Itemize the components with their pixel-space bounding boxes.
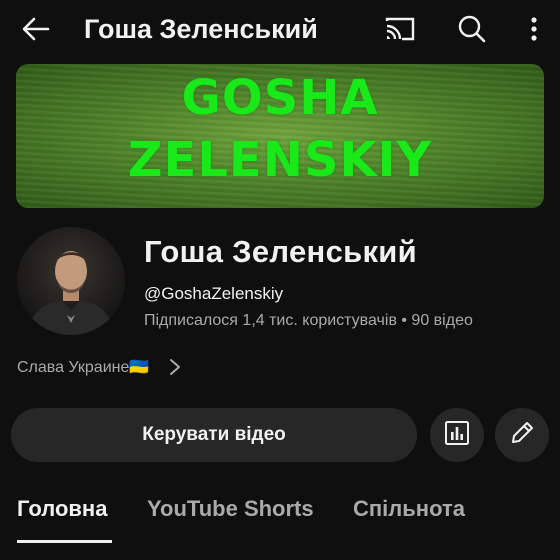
channel-banner: GOSHA ZELENSKIY [16, 64, 544, 208]
tab-community[interactable]: Спільнота [353, 496, 465, 522]
pencil-icon [509, 420, 535, 451]
channel-description[interactable]: Слава Украине🇺🇦 [17, 356, 181, 378]
edit-channel-button[interactable] [495, 408, 549, 462]
active-tab-indicator [17, 540, 112, 543]
channel-stats: Підписалося 1,4 тис. користувачів • 90 в… [144, 312, 473, 329]
banner-text-line2: ZELENSKIY [127, 132, 433, 188]
channel-tabs: Головна YouTube Shorts Спільнота [0, 490, 560, 560]
banner-text-line1: GOSHA [181, 70, 379, 126]
tab-home[interactable]: Головна [17, 496, 107, 522]
more-vert-icon[interactable] [516, 10, 552, 48]
cast-icon[interactable] [378, 10, 422, 48]
tab-youtube-shorts[interactable]: YouTube Shorts [147, 496, 314, 522]
channel-handle: @GoshaZelenskiy [144, 284, 284, 303]
search-icon[interactable] [450, 10, 494, 48]
back-arrow-icon[interactable] [14, 10, 58, 48]
chevron-right-icon [169, 358, 181, 376]
channel-description-text: Слава Украине🇺🇦 [17, 359, 150, 376]
top-app-bar: Гоша Зеленський [0, 0, 560, 58]
analytics-icon [444, 420, 470, 451]
page-title: Гоша Зеленський [84, 14, 318, 44]
manage-videos-button[interactable]: Керувати відео [11, 408, 417, 462]
channel-name: Гоша Зеленський [144, 234, 417, 269]
analytics-button[interactable] [430, 408, 484, 462]
channel-avatar[interactable] [17, 227, 125, 335]
